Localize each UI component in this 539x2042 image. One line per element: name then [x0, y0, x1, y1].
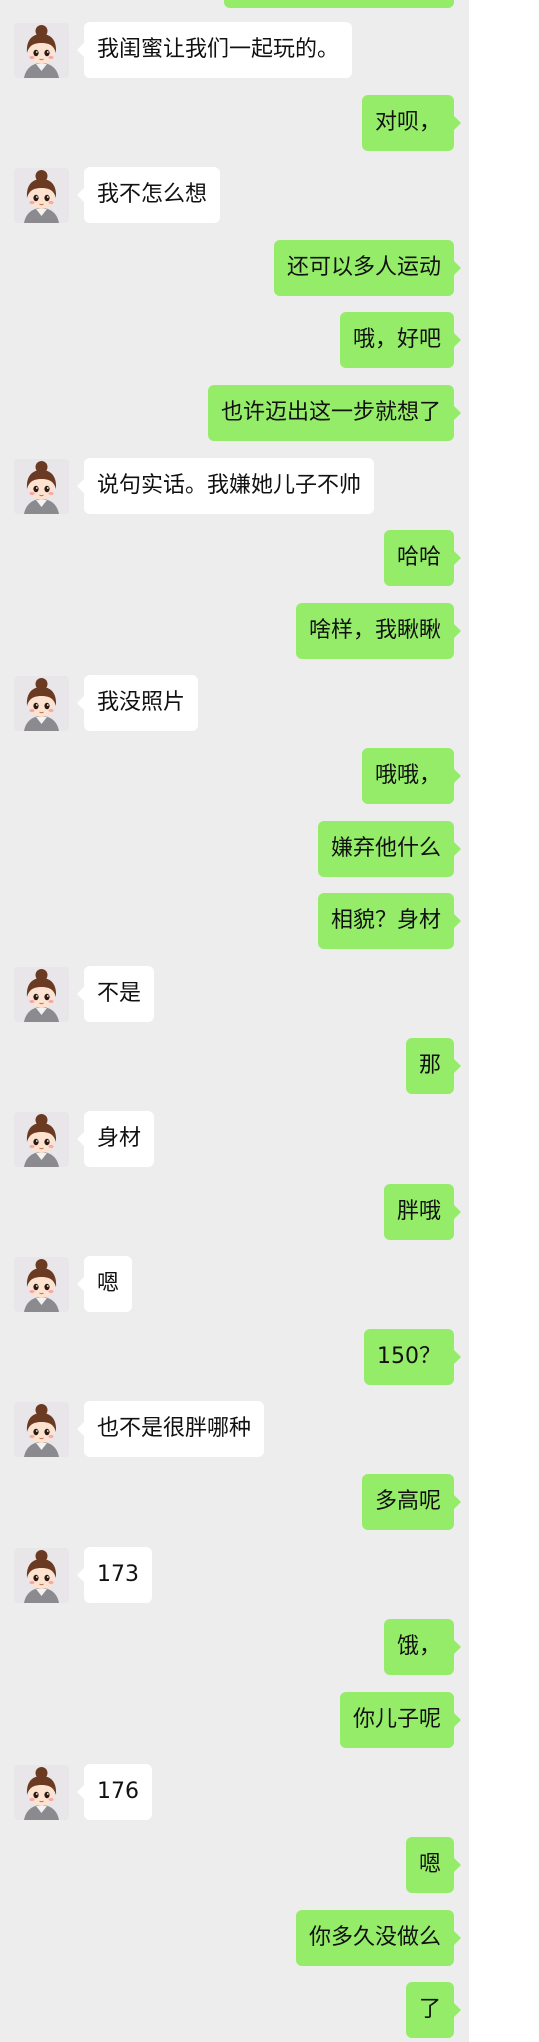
- outgoing-message: 哈哈: [0, 530, 469, 586]
- outgoing-message: 还可以多人运动: [0, 240, 469, 296]
- contact-avatar[interactable]: [14, 1548, 69, 1603]
- message-bubble[interactable]: 我闺蜜让我们一起玩的。: [76, 22, 353, 78]
- message-bubble[interactable]: 身材: [76, 1111, 155, 1167]
- incoming-message: 我没照片: [0, 675, 469, 731]
- message-bubble[interactable]: 哈哈: [383, 530, 462, 586]
- chat-area[interactable]: 我闺蜜让我们一起玩的。 对呗， 我不怎么想 还可以多人运动哦，好吧也许迈出这一步就想了…: [0, 0, 469, 2042]
- contact-avatar[interactable]: [14, 1765, 69, 1820]
- previous-message-bubble[interactable]: [224, 0, 454, 8]
- message-bubble[interactable]: 你儿子呢: [339, 1692, 462, 1748]
- incoming-message: 173: [0, 1547, 469, 1603]
- contact-avatar[interactable]: [14, 459, 69, 514]
- contact-avatar[interactable]: [14, 1402, 69, 1457]
- message-bubble[interactable]: 饿，: [383, 1619, 462, 1675]
- outgoing-message: 嫌弃他什么: [0, 821, 469, 877]
- message-bubble[interactable]: 哦，好吧: [339, 312, 462, 368]
- outgoing-message: 相貌？身材: [0, 893, 469, 949]
- outgoing-message: 150？: [0, 1329, 469, 1385]
- message-bubble[interactable]: 多高呢: [361, 1474, 462, 1530]
- contact-avatar[interactable]: [14, 168, 69, 223]
- outgoing-message: 也许迈出这一步就想了: [0, 385, 469, 441]
- message-bubble[interactable]: 嗯: [405, 1837, 462, 1893]
- outgoing-message: 嗯: [0, 1837, 469, 1893]
- contact-avatar[interactable]: [14, 1257, 69, 1312]
- outgoing-message: 胖哦: [0, 1184, 469, 1240]
- outgoing-message: 哦，好吧: [0, 312, 469, 368]
- incoming-message: 嗯: [0, 1256, 469, 1312]
- message-bubble[interactable]: 哦哦，: [361, 748, 462, 804]
- message-bubble[interactable]: 啥样，我瞅瞅: [295, 603, 462, 659]
- message-bubble[interactable]: 嫌弃他什么: [317, 821, 462, 877]
- incoming-message: 说句实话。我嫌她儿子不帅: [0, 458, 469, 514]
- outgoing-message: 啥样，我瞅瞅: [0, 603, 469, 659]
- outgoing-message: 多高呢: [0, 1474, 469, 1530]
- message-bubble[interactable]: 了: [405, 1982, 462, 2038]
- outgoing-message: 饿，: [0, 1619, 469, 1675]
- message-bubble[interactable]: 176: [77, 1764, 152, 1820]
- outgoing-message: 那: [0, 1038, 469, 1094]
- incoming-message: 我闺蜜让我们一起玩的。: [0, 22, 469, 78]
- incoming-message: 我不怎么想: [0, 167, 469, 223]
- outgoing-message: 对呗，: [0, 95, 469, 151]
- message-bubble[interactable]: 不是: [76, 966, 155, 1022]
- outgoing-message: 你儿子呢: [0, 1692, 469, 1748]
- contact-avatar[interactable]: [14, 1112, 69, 1167]
- contact-avatar[interactable]: [14, 23, 69, 78]
- message-bubble[interactable]: 那: [405, 1038, 462, 1094]
- message-bubble[interactable]: 相貌？身材: [317, 893, 462, 949]
- message-bubble[interactable]: 嗯: [76, 1256, 133, 1312]
- message-bubble[interactable]: 你多久没做么: [295, 1910, 462, 1966]
- message-bubble[interactable]: 也不是很胖哪种: [76, 1401, 265, 1457]
- incoming-message: 身材: [0, 1111, 469, 1167]
- incoming-message: 176: [0, 1764, 469, 1820]
- message-bubble[interactable]: 173: [77, 1547, 152, 1603]
- outgoing-message: 你多久没做么: [0, 1910, 469, 1966]
- message-bubble[interactable]: 我没照片: [76, 675, 199, 731]
- outgoing-message: 了: [0, 1982, 469, 2038]
- message-bubble[interactable]: 说句实话。我嫌她儿子不帅: [76, 458, 375, 514]
- message-bubble[interactable]: 我不怎么想: [76, 167, 221, 223]
- message-bubble[interactable]: 胖哦: [383, 1184, 462, 1240]
- message-bubble[interactable]: 150？: [364, 1329, 461, 1385]
- message-bubble[interactable]: 对呗，: [361, 95, 462, 151]
- incoming-message: 不是: [0, 966, 469, 1022]
- message-bubble[interactable]: 还可以多人运动: [273, 240, 462, 296]
- contact-avatar[interactable]: [14, 967, 69, 1022]
- contact-avatar[interactable]: [14, 676, 69, 731]
- message-bubble[interactable]: 也许迈出这一步就想了: [207, 385, 462, 441]
- incoming-message: 也不是很胖哪种: [0, 1401, 469, 1457]
- outgoing-message: 哦哦，: [0, 748, 469, 804]
